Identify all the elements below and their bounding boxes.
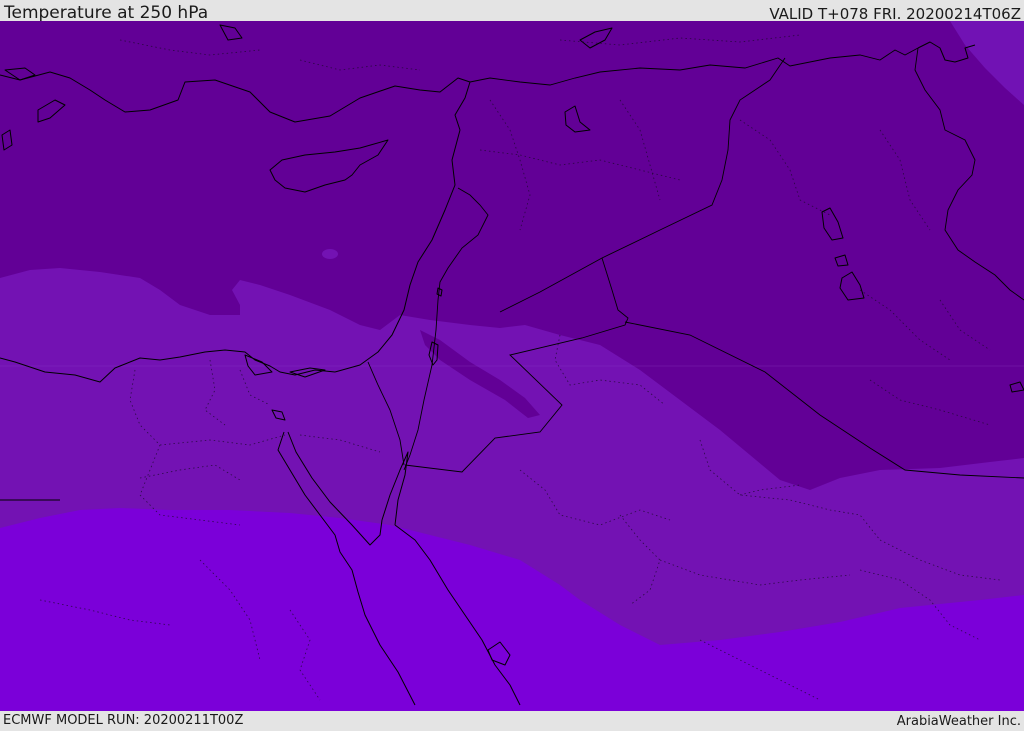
model-run-label: ECMWF MODEL RUN: 20200211T00Z [3, 713, 244, 728]
map-area [0, 21, 1024, 711]
map-title: Temperature at 250 hPa [4, 3, 209, 23]
header-bar: Temperature at 250 hPa VALID T+078 FRI. … [0, 0, 1024, 23]
credit-label: ArabiaWeather Inc. [896, 714, 1021, 729]
warm-spot [322, 249, 338, 259]
map-canvas [0, 21, 1024, 711]
footer-bar: ECMWF MODEL RUN: 20200211T00Z ArabiaWeat… [0, 711, 1024, 729]
